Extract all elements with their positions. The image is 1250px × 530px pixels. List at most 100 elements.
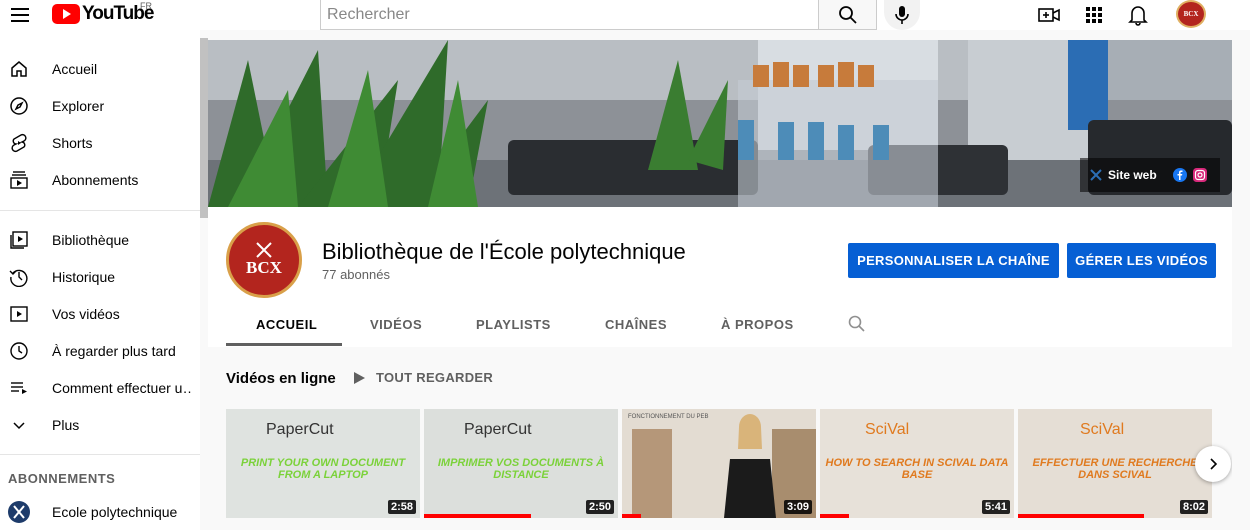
thumbnail-caption: IMPRIMER VOS DOCUMENTS À DISTANCE bbox=[437, 457, 605, 481]
sidebar-item-label: Comment effectuer u… bbox=[52, 379, 192, 396]
create-video-button[interactable] bbox=[1037, 3, 1061, 27]
sidebar-item-playlist[interactable]: Comment effectuer u… bbox=[0, 369, 200, 406]
video-duration: 5:41 bbox=[981, 500, 1010, 514]
sidebar-item-label: Historique bbox=[52, 268, 116, 285]
video-thumbnail[interactable]: FONCTIONNEMENT DU PEB 3:09 bbox=[622, 409, 816, 518]
subscriptions-heading: ABONNEMENTS bbox=[8, 471, 116, 486]
subscriptions-icon bbox=[8, 169, 30, 191]
thumbnail-caption: EFFECTUER UNE RECHERCHE DANS SCIVAL bbox=[1032, 457, 1198, 481]
sidebar-item-label: Shorts bbox=[52, 134, 93, 151]
video-duration: 3:09 bbox=[783, 500, 812, 514]
play-all-button[interactable]: TOUT REGARDER bbox=[352, 370, 493, 385]
search-button[interactable] bbox=[818, 0, 877, 30]
active-tab-indicator bbox=[226, 343, 342, 346]
site-web-link[interactable]: Site web bbox=[1108, 168, 1157, 182]
country-code: FR bbox=[140, 1, 152, 11]
sidebar-item-shorts[interactable]: Shorts bbox=[0, 124, 200, 161]
video-thumbnail[interactable]: PaperCut IMPRIMER VOS DOCUMENTS À DISTAN… bbox=[424, 409, 618, 518]
thumbnail-caption: HOW TO SEARCH IN SCIVAL DATA BASE bbox=[825, 457, 1009, 481]
channel-avatar-icon bbox=[8, 500, 30, 523]
channel-avatar-text: BCX bbox=[246, 258, 282, 277]
sidebar-item-watch-later[interactable]: À regarder plus tard bbox=[0, 332, 200, 369]
voice-search-button[interactable] bbox=[884, 0, 920, 30]
tab-chaines[interactable]: CHAÎNES bbox=[605, 317, 667, 332]
chevron-right-icon bbox=[1210, 458, 1218, 470]
your-videos-icon bbox=[8, 303, 30, 325]
sidebar-scrollbar[interactable] bbox=[200, 38, 208, 218]
x-logo-icon bbox=[1090, 169, 1102, 181]
sidebar-item-label: Abonnements bbox=[52, 171, 139, 188]
library-icon bbox=[8, 229, 30, 251]
playlist-icon bbox=[8, 377, 30, 399]
video-duration: 2:50 bbox=[585, 500, 614, 514]
watch-progress-bar bbox=[820, 514, 850, 518]
microphone-icon bbox=[895, 6, 909, 24]
create-video-icon bbox=[1038, 8, 1060, 22]
account-avatar[interactable]: BCX bbox=[1176, 0, 1206, 28]
apps-grid-icon bbox=[1086, 7, 1102, 23]
watch-progress-bar bbox=[424, 514, 531, 518]
thumbnail-brand: SciVal bbox=[1080, 421, 1125, 438]
channel-avatar: BCX bbox=[226, 222, 302, 298]
sidebar-item-vos-videos[interactable]: Vos vidéos bbox=[0, 295, 200, 332]
sidebar-item-accueil[interactable]: Accueil bbox=[0, 50, 200, 87]
customize-channel-button[interactable]: PERSONNALISER LA CHAÎNE bbox=[848, 243, 1059, 278]
video-thumbnail[interactable]: SciVal HOW TO SEARCH IN SCIVAL DATA BASE… bbox=[820, 409, 1014, 518]
video-duration: 2:58 bbox=[387, 500, 416, 514]
page-margin bbox=[1232, 30, 1250, 530]
facebook-icon[interactable] bbox=[1172, 168, 1187, 182]
watch-progress-bar bbox=[1018, 514, 1145, 518]
manage-videos-button[interactable]: GÉRER LES VIDÉOS bbox=[1067, 243, 1216, 278]
shelf-title[interactable]: Vidéos en ligne bbox=[226, 370, 336, 387]
instagram-icon[interactable] bbox=[1192, 168, 1207, 182]
sidebar-item-label: Plus bbox=[52, 416, 80, 433]
chevron-down-icon bbox=[8, 414, 30, 436]
tab-playlists[interactable]: PLAYLISTS bbox=[476, 317, 551, 332]
apps-button[interactable] bbox=[1082, 3, 1106, 27]
watch-progress-bar bbox=[622, 514, 642, 518]
bell-icon bbox=[1128, 6, 1148, 26]
thumbnail-brand: PaperCut bbox=[266, 421, 334, 438]
thumbnail-brand: PaperCut bbox=[464, 421, 532, 438]
thumbnail-caption: PRINT YOUR OWN DOCUMENT FROM A LAPTOP bbox=[240, 457, 406, 481]
sidebar-item-plus[interactable]: Plus bbox=[0, 406, 200, 443]
x-crest-icon bbox=[256, 242, 272, 258]
compass-icon bbox=[8, 95, 30, 117]
tab-videos[interactable]: VIDÉOS bbox=[370, 317, 422, 332]
search-icon bbox=[838, 5, 857, 24]
tab-a-propos[interactable]: À PROPOS bbox=[721, 317, 794, 332]
sidebar-item-historique[interactable]: Historique bbox=[0, 258, 200, 295]
channel-banner bbox=[208, 40, 1232, 207]
sidebar-item-abonnements[interactable]: Abonnements bbox=[0, 161, 200, 198]
sidebar-item-label: Accueil bbox=[52, 60, 98, 77]
home-icon bbox=[8, 58, 30, 80]
sidebar-item-bibliotheque[interactable]: Bibliothèque bbox=[0, 221, 200, 258]
shorts-icon bbox=[8, 132, 30, 154]
subscriber-count: 77 abonnés bbox=[322, 267, 390, 282]
channel-search-button[interactable] bbox=[848, 315, 866, 338]
sidebar-item-ecole-polytechnique[interactable]: Ecole polytechnique bbox=[0, 493, 200, 530]
sidebar-divider bbox=[0, 210, 200, 211]
video-duration: 8:02 bbox=[1179, 500, 1208, 514]
tab-accueil[interactable]: ACCUEIL bbox=[256, 317, 317, 332]
sidebar-item-label: Bibliothèque bbox=[52, 231, 130, 248]
sidebar-item-label: À regarder plus tard bbox=[52, 342, 176, 359]
masthead: YouTube FR Rechercher BCX bbox=[0, 0, 1250, 30]
shelf-next-button[interactable] bbox=[1195, 446, 1231, 482]
menu-icon[interactable] bbox=[8, 3, 32, 27]
thumbnail-brand: SciVal bbox=[865, 421, 910, 438]
guide-sidebar: Accueil Explorer Shorts Abonnements Bibl… bbox=[0, 30, 200, 530]
watch-later-icon bbox=[8, 340, 30, 362]
video-thumbnail[interactable]: SciVal EFFECTUER UNE RECHERCHE DANS SCIV… bbox=[1018, 409, 1212, 518]
search-input[interactable]: Rechercher bbox=[320, 0, 819, 30]
history-icon bbox=[8, 266, 30, 288]
sidebar-item-label: Vos vidéos bbox=[52, 305, 120, 322]
notifications-button[interactable] bbox=[1126, 3, 1150, 27]
youtube-play-icon bbox=[52, 4, 80, 24]
channel-name: Bibliothèque de l'École polytechnique bbox=[322, 239, 686, 264]
banner-image bbox=[208, 40, 1232, 207]
video-thumbnail[interactable]: PaperCut PRINT YOUR OWN DOCUMENT FROM A … bbox=[226, 409, 420, 518]
sidebar-divider bbox=[0, 454, 200, 455]
youtube-logo[interactable]: YouTube FR bbox=[52, 1, 154, 25]
sidebar-item-explorer[interactable]: Explorer bbox=[0, 87, 200, 124]
